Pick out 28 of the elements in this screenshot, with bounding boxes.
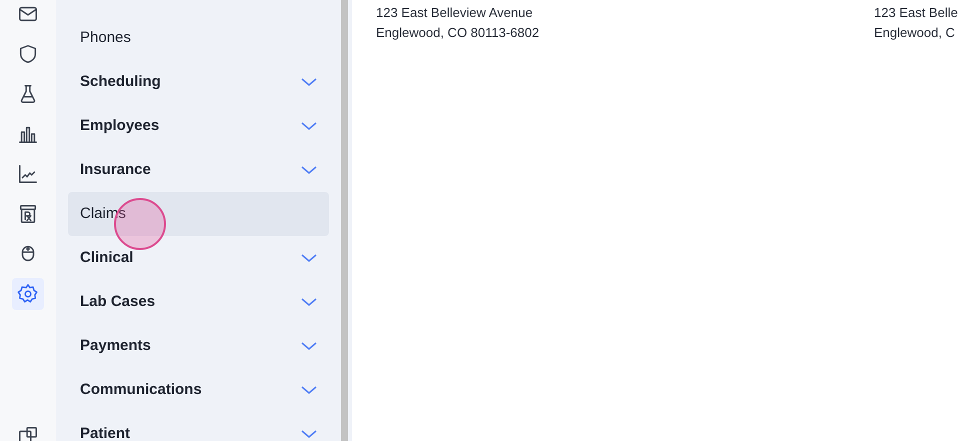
shield-icon — [17, 43, 39, 65]
scrollbar[interactable] — [341, 0, 348, 441]
address-line: Englewood, CO 80113-6802 — [376, 24, 540, 42]
chevron-down-icon — [301, 253, 317, 263]
chevron-down-icon — [301, 165, 317, 175]
nav-item[interactable]: Lab Cases — [68, 280, 329, 324]
nav-item[interactable]: Clinical — [68, 236, 329, 280]
chevron-down-icon — [301, 77, 317, 87]
line-chart-icon — [17, 163, 39, 185]
address-line: 123 East Belleview Avenue — [376, 4, 534, 22]
prescription-icon — [17, 203, 39, 225]
address-line: Englewood, C — [874, 24, 956, 42]
nav-item[interactable]: Scheduling — [68, 60, 329, 104]
chevron-down-icon — [301, 429, 317, 439]
nav-item[interactable]: Patient — [68, 412, 329, 441]
settings-icon — [17, 283, 39, 305]
chevron-down-icon — [301, 121, 317, 131]
nav-item[interactable]: Phones — [68, 16, 329, 60]
nav-item[interactable]: Insurance — [68, 148, 329, 192]
nav-item[interactable]: Payments — [68, 324, 329, 368]
settings-button[interactable] — [12, 278, 44, 310]
nav-item[interactable]: Employees — [68, 104, 329, 148]
chevron-down-icon — [301, 341, 317, 351]
cards-icon — [17, 425, 39, 441]
nav-item[interactable]: Communications — [68, 368, 329, 412]
address-line: 123 East Belle — [874, 4, 958, 22]
chevron-down-icon — [301, 297, 317, 307]
chevron-down-icon — [301, 385, 317, 395]
